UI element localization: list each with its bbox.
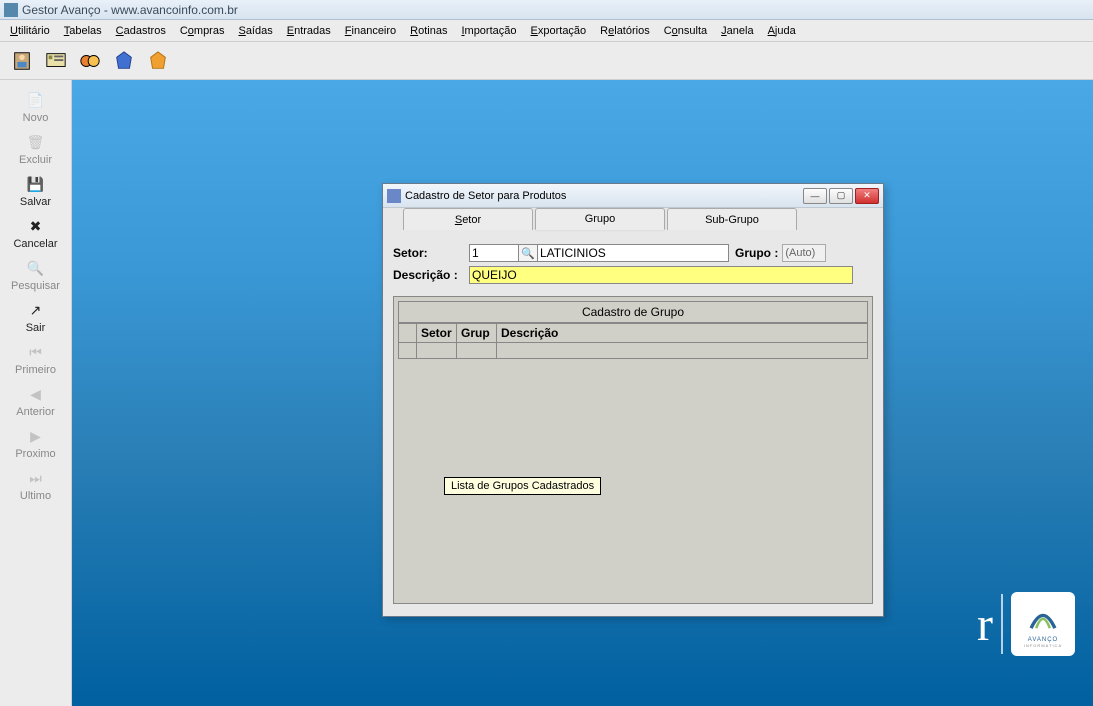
menu-consulta[interactable]: Consulta <box>664 25 707 37</box>
setor-code-input[interactable] <box>469 244 519 262</box>
col-setor: Setor <box>417 324 457 343</box>
child-titlebar: Cadastro de Setor para Produtos — ▢ ✕ <box>383 184 883 208</box>
cancelar-icon: ✖ <box>26 216 46 236</box>
pesquisar-icon: 🔍 <box>26 258 46 278</box>
tab-setor[interactable]: Setor <box>403 208 533 230</box>
col-blank <box>399 324 417 343</box>
sidebar-proximo: ▶ Proximo <box>0 422 71 464</box>
toolbar-btn-4[interactable] <box>110 47 138 75</box>
main-titlebar: Gestor Avanço - www.avancoinfo.com.br <box>0 0 1093 20</box>
table-title: Cadastro de Grupo <box>398 301 868 323</box>
descricao-label: Descrição : <box>393 268 469 282</box>
table-row[interactable] <box>399 343 868 359</box>
menu-cadastros[interactable]: Cadastros <box>116 25 166 37</box>
maximize-button[interactable]: ▢ <box>829 188 853 204</box>
sidebar-cancelar[interactable]: ✖ Cancelar <box>0 212 71 254</box>
sidebar-label: Primeiro <box>15 364 56 376</box>
sidebar-excluir: 🗑 Excluir <box>0 128 71 170</box>
child-window-icon <box>387 189 401 203</box>
app-title: Gestor Avanço - www.avancoinfo.com.br <box>22 3 238 17</box>
menu-compras[interactable]: Compras <box>180 25 225 37</box>
sair-icon: ↗ <box>26 300 46 320</box>
primeiro-icon: ⏮ <box>26 342 46 362</box>
anterior-icon: ◀ <box>26 384 46 404</box>
toolbar-btn-5[interactable] <box>144 47 172 75</box>
sidebar-primeiro: ⏮ Primeiro <box>0 338 71 380</box>
form-area: Setor: 🔍 Grupo : (Auto) Descrição : Cada… <box>383 232 883 616</box>
tab-subgrupo[interactable]: Sub-Grupo <box>667 208 797 230</box>
sidebar-label: Novo <box>23 112 49 124</box>
sidebar-pesquisar: 🔍 Pesquisar <box>0 254 71 296</box>
sidebar-label: Salvar <box>20 196 51 208</box>
tooltip: Lista de Grupos Cadastrados <box>444 477 601 495</box>
logo-divider <box>1001 594 1003 654</box>
grupo-label: Grupo : <box>735 246 778 260</box>
sidebar-ultimo: ⏭ Ultimo <box>0 464 71 506</box>
menu-entradas[interactable]: Entradas <box>287 25 331 37</box>
menubar: Utilitário Tabelas Cadastros Compras Saí… <box>0 20 1093 42</box>
proximo-icon: ▶ <box>26 426 46 446</box>
sidebar-label: Anterior <box>16 406 55 418</box>
table-wrap: Cadastro de Grupo Setor Grup Descrição <box>393 296 873 604</box>
search-setor-button[interactable]: 🔍 <box>518 244 538 262</box>
col-grup: Grup <box>457 324 497 343</box>
logo-swirl-icon <box>1026 601 1060 635</box>
sidebar-label: Cancelar <box>13 238 57 250</box>
menu-rotinas[interactable]: Rotinas <box>410 25 447 37</box>
menu-financeiro[interactable]: Financeiro <box>345 25 396 37</box>
menu-ajuda[interactable]: Ajuda <box>768 25 796 37</box>
sidebar-label: Ultimo <box>20 490 51 502</box>
tabs-row: Setor Grupo Sub-Grupo <box>383 208 883 232</box>
salvar-icon: 💾 <box>26 174 46 194</box>
minimize-button[interactable]: — <box>803 188 827 204</box>
menu-relatorios[interactable]: Relatórios <box>600 25 650 37</box>
toolbar-btn-2[interactable] <box>42 47 70 75</box>
sidebar-label: Excluir <box>19 154 52 166</box>
menu-exportacao[interactable]: Exportação <box>531 25 587 37</box>
sidebar: 📄 Novo 🗑 Excluir 💾 Salvar ✖ Cancelar 🔍 Pesquisar ↗… <box>0 80 72 706</box>
sidebar-label: Proximo <box>15 448 55 460</box>
menu-importacao[interactable]: Importação <box>461 25 516 37</box>
sidebar-sair[interactable]: ↗ Sair <box>0 296 71 338</box>
grupo-value: (Auto) <box>782 244 826 262</box>
logo-letter: r <box>977 597 993 652</box>
sidebar-label: Pesquisar <box>11 280 60 292</box>
sidebar-salvar[interactable]: 💾 Salvar <box>0 170 71 212</box>
sidebar-label: Sair <box>26 322 46 334</box>
child-window-title: Cadastro de Setor para Produtos <box>405 190 566 202</box>
menu-saidas[interactable]: Saídas <box>238 25 272 37</box>
logo-sub: INFORMATICA <box>1024 643 1062 648</box>
logo-area: r AVANÇO INFORMATICA <box>977 592 1075 656</box>
col-descricao: Descrição <box>497 324 868 343</box>
menu-janela[interactable]: Janela <box>721 25 753 37</box>
logo-box: AVANÇO INFORMATICA <box>1011 592 1075 656</box>
tab-grupo[interactable]: Grupo <box>535 208 665 230</box>
child-window: Cadastro de Setor para Produtos — ▢ ✕ Se… <box>382 183 884 617</box>
toolbar-btn-3[interactable] <box>76 47 104 75</box>
ultimo-icon: ⏭ <box>26 468 46 488</box>
excluir-icon: 🗑 <box>26 132 46 152</box>
toolbar-btn-1[interactable] <box>8 47 36 75</box>
search-icon: 🔍 <box>521 247 535 260</box>
setor-name-input[interactable] <box>537 244 729 262</box>
close-button[interactable]: ✕ <box>855 188 879 204</box>
descricao-input[interactable] <box>469 266 853 284</box>
setor-label: Setor: <box>393 246 469 260</box>
novo-icon: 📄 <box>26 90 46 110</box>
menu-utilitario[interactable]: Utilitário <box>10 25 50 37</box>
sidebar-novo: 📄 Novo <box>0 86 71 128</box>
main-toolbar <box>0 42 1093 80</box>
grupo-grid[interactable]: Setor Grup Descrição <box>398 323 868 359</box>
sidebar-anterior: ◀ Anterior <box>0 380 71 422</box>
app-icon <box>4 3 18 17</box>
mdi-area: Cadastro de Setor para Produtos — ▢ ✕ Se… <box>72 80 1093 706</box>
menu-tabelas[interactable]: Tabelas <box>64 25 102 37</box>
